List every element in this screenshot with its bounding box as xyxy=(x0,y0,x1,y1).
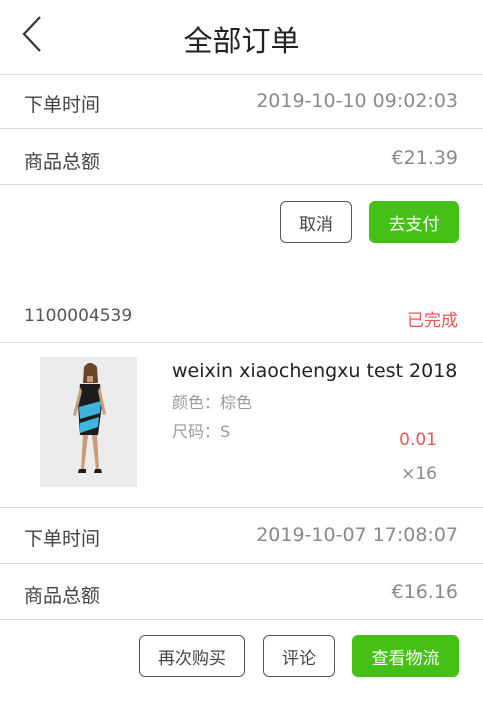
review-button[interactable]: 评论 xyxy=(263,635,335,677)
product-quantity: ×16 xyxy=(401,464,437,484)
product-image[interactable] xyxy=(40,357,137,487)
order-time-value: 2019-10-07 17:08:07 xyxy=(256,524,458,546)
product-price: 0.01 xyxy=(399,430,437,450)
order-time-row: 下单时间 2019-10-07 17:08:07 xyxy=(0,508,483,564)
product-size: 尺码：S xyxy=(172,422,231,441)
order-number: 1100004539 xyxy=(24,306,133,326)
dress-model-image xyxy=(40,357,137,487)
order-time-row: 下单时间 2019-10-10 09:02:03 xyxy=(0,75,483,129)
order-time-label: 下单时间 xyxy=(24,528,101,550)
top-bar: 全部订单 xyxy=(0,0,483,75)
product-title[interactable]: weixin xiaochengxu test 2018 xyxy=(172,360,457,382)
order-total-row: 商品总额 €21.39 xyxy=(0,129,483,185)
order-total-row: 商品总额 €16.16 xyxy=(0,564,483,620)
order-time-value: 2019-10-10 09:02:03 xyxy=(256,90,458,112)
order-time-label: 下单时间 xyxy=(24,94,101,116)
order-total-value: €16.16 xyxy=(391,581,458,603)
order-total-value: €21.39 xyxy=(391,147,458,169)
rebuy-button[interactable]: 再次购买 xyxy=(139,635,245,677)
product-color: 颜色：棕色 xyxy=(172,393,253,412)
cancel-button[interactable]: 取消 xyxy=(280,201,352,243)
order-total-label: 商品总额 xyxy=(24,585,101,607)
order-total-label: 商品总额 xyxy=(24,151,101,173)
divider xyxy=(0,342,483,343)
view-logistics-button[interactable]: 查看物流 xyxy=(352,635,459,677)
pay-button[interactable]: 去支付 xyxy=(369,201,459,243)
page-title: 全部订单 xyxy=(183,24,300,58)
status-badge: 已完成 xyxy=(407,311,458,331)
